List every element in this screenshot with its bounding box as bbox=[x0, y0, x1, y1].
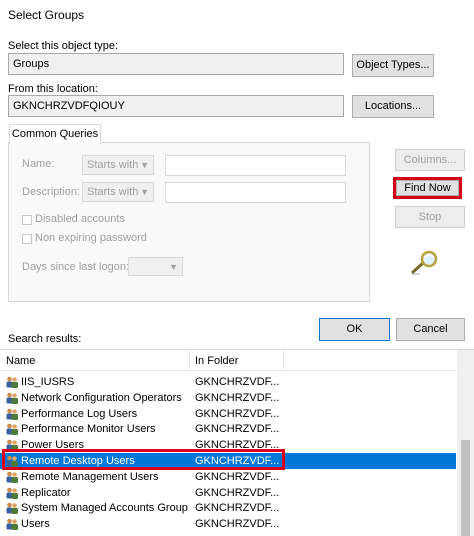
name-input[interactable] bbox=[165, 155, 346, 176]
object-type-label: Select this object type: bbox=[8, 40, 119, 52]
ok-button[interactable]: OK bbox=[319, 318, 390, 341]
group-icon bbox=[6, 392, 18, 404]
row-name: System Managed Accounts Group bbox=[21, 502, 188, 514]
window-title: Select Groups bbox=[8, 8, 85, 22]
scrollbar-thumb[interactable] bbox=[461, 440, 470, 536]
table-row[interactable]: IIS_IUSRS GKNCHRZVDF... bbox=[0, 374, 456, 390]
row-folder: GKNCHRZVDF... bbox=[195, 408, 280, 420]
table-row[interactable]: Remote Management Users GKNCHRZVDF... bbox=[0, 469, 456, 485]
row-name: Performance Monitor Users bbox=[21, 423, 156, 435]
table-row[interactable]: Users GKNCHRZVDF... bbox=[0, 516, 456, 532]
group-icon bbox=[6, 408, 18, 420]
group-icon bbox=[6, 471, 18, 483]
chevron-down-icon: ▼ bbox=[169, 262, 178, 272]
results-list[interactable]: Name In Folder IIS_IUSRS GKNCHRZVDF... Net… bbox=[0, 349, 474, 536]
name-mode-value: Starts with bbox=[87, 159, 139, 171]
cancel-button[interactable]: Cancel bbox=[396, 318, 465, 341]
row-folder: GKNCHRZVDF... bbox=[195, 392, 280, 404]
group-icon bbox=[6, 487, 18, 499]
chevron-down-icon: ▼ bbox=[140, 187, 149, 197]
table-row[interactable]: System Managed Accounts Group GKNCHRZVDF.… bbox=[0, 500, 456, 516]
search-icon bbox=[411, 250, 438, 275]
stop-button[interactable]: Stop bbox=[395, 206, 465, 228]
selected-row-highlight bbox=[2, 449, 285, 470]
object-type-field: Groups bbox=[8, 53, 344, 75]
description-mode-select[interactable]: Starts with ▼ bbox=[82, 182, 154, 202]
disabled-accounts-checkbox[interactable] bbox=[22, 215, 32, 225]
table-row[interactable]: Replicator GKNCHRZVDF... bbox=[0, 485, 456, 501]
non-expiring-password-label: Non expiring password bbox=[35, 232, 147, 244]
group-icon bbox=[6, 376, 18, 388]
columns-button[interactable]: Columns... bbox=[395, 149, 465, 171]
chevron-down-icon: ▼ bbox=[140, 160, 149, 170]
column-divider[interactable] bbox=[189, 350, 190, 371]
table-row[interactable]: Performance Monitor Users GKNCHRZVDF... bbox=[0, 421, 456, 437]
object-types-button[interactable]: Object Types... bbox=[352, 54, 434, 77]
location-field: GKNCHRZVDFQIOUY bbox=[8, 95, 344, 117]
row-folder: GKNCHRZVDF... bbox=[195, 502, 280, 514]
row-name: Replicator bbox=[21, 487, 71, 499]
row-name: IIS_IUSRS bbox=[21, 376, 75, 388]
row-folder: GKNCHRZVDF... bbox=[195, 376, 280, 388]
description-input[interactable] bbox=[165, 182, 346, 203]
row-folder: GKNCHRZVDF... bbox=[195, 487, 280, 499]
name-label: Name: bbox=[22, 158, 55, 170]
row-name: Network Configuration Operators bbox=[21, 392, 182, 404]
disabled-accounts-label: Disabled accounts bbox=[35, 213, 125, 225]
row-folder: GKNCHRZVDF... bbox=[195, 471, 280, 483]
row-name: Remote Management Users bbox=[21, 471, 159, 483]
location-label: From this location: bbox=[8, 83, 98, 95]
row-name: Users bbox=[21, 518, 50, 530]
description-label: Description: bbox=[22, 186, 81, 198]
find-now-button[interactable]: Find Now bbox=[396, 180, 459, 196]
days-since-logon-label: Days since last logon: bbox=[22, 261, 129, 273]
column-header-in-folder[interactable]: In Folder bbox=[195, 355, 238, 367]
results-scrollbar[interactable] bbox=[457, 350, 474, 536]
days-since-logon-select[interactable]: ▼ bbox=[128, 257, 183, 276]
group-icon bbox=[6, 502, 18, 514]
name-mode-select[interactable]: Starts with ▼ bbox=[82, 155, 154, 175]
group-icon bbox=[6, 518, 18, 530]
column-header-name[interactable]: Name bbox=[6, 355, 35, 367]
row-folder: GKNCHRZVDF... bbox=[195, 423, 280, 435]
locations-button[interactable]: Locations... bbox=[352, 95, 434, 118]
tab-common-queries[interactable]: Common Queries bbox=[9, 124, 101, 144]
non-expiring-password-checkbox[interactable] bbox=[22, 234, 32, 244]
table-row[interactable]: Performance Log Users GKNCHRZVDF... bbox=[0, 406, 456, 422]
column-divider[interactable] bbox=[283, 350, 284, 371]
row-folder: GKNCHRZVDF... bbox=[195, 518, 280, 530]
table-row[interactable]: Network Configuration Operators GKNCHRZVD… bbox=[0, 390, 456, 406]
search-results-label: Search results: bbox=[8, 333, 82, 345]
group-icon bbox=[6, 423, 18, 435]
row-name: Performance Log Users bbox=[21, 408, 138, 420]
description-mode-value: Starts with bbox=[87, 186, 139, 198]
